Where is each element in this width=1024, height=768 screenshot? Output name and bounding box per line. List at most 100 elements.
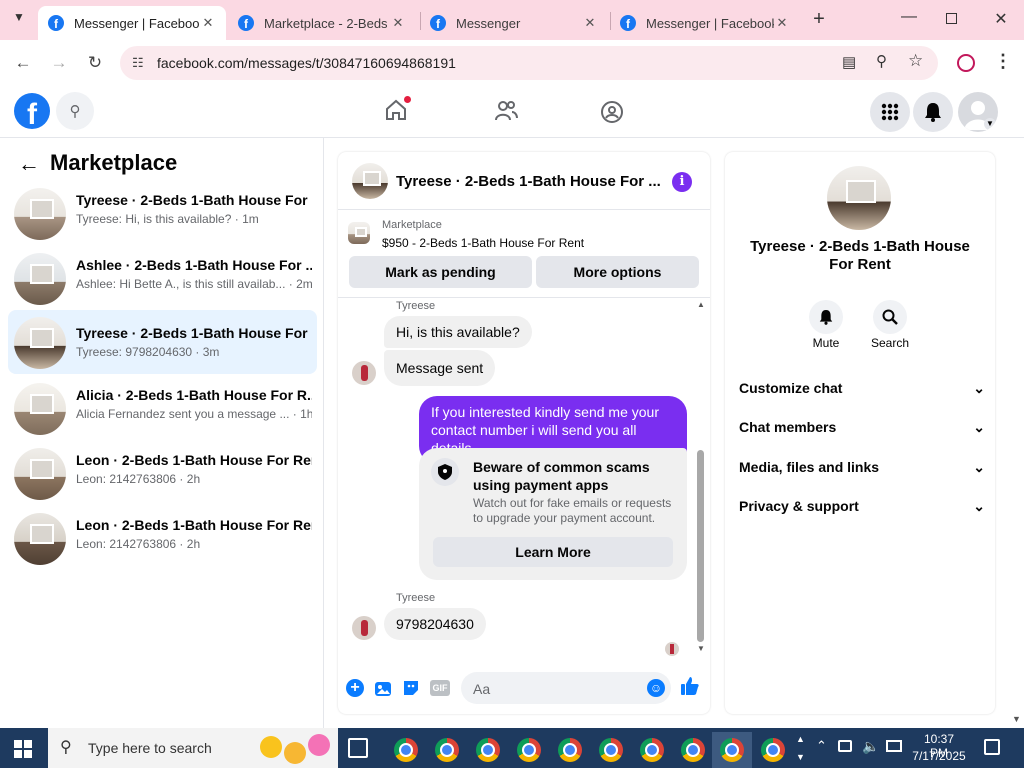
learn-more-button[interactable]: Learn More <box>433 537 673 567</box>
chat-members-section[interactable]: Chat members ⌄ <box>739 419 985 443</box>
media-files-links-section[interactable]: Media, files and links ⌄ <box>739 459 985 483</box>
info-icon[interactable]: i <box>672 172 692 192</box>
facebook-logo-icon[interactable]: f <box>14 93 50 129</box>
home-nav-icon[interactable] <box>384 96 411 122</box>
scroll-up-arrow-icon[interactable]: ▲ <box>697 300 705 309</box>
customize-chat-section[interactable]: Customize chat ⌄ <box>739 380 985 404</box>
search-button[interactable]: ⚲ <box>56 92 94 130</box>
notification-center-icon[interactable] <box>984 739 1000 755</box>
facebook-header: f ⚲ ▼ <box>0 86 1024 138</box>
browser-menu-icon[interactable]: ⋮ <box>994 51 1012 72</box>
more-options-button[interactable]: More options <box>536 256 699 288</box>
listing-source: Marketplace <box>382 219 442 231</box>
chat-thumbnail[interactable] <box>352 163 388 199</box>
message-list[interactable]: Tyreese Hi, is this available? Message s… <box>338 298 710 658</box>
mark-as-pending-button[interactable]: Mark as pending <box>349 256 532 288</box>
chrome-taskbar-app[interactable] <box>468 732 508 768</box>
privacy-support-section[interactable]: Privacy & support ⌄ <box>739 498 985 522</box>
sticker-icon[interactable] <box>402 679 420 700</box>
facebook-favicon-icon: f <box>238 15 254 31</box>
chrome-taskbar-app[interactable] <box>509 732 549 768</box>
search-in-chat-button[interactable] <box>873 300 907 334</box>
friends-nav-icon[interactable] <box>494 100 518 125</box>
image-icon[interactable] <box>374 679 392 700</box>
install-app-icon[interactable]: ▤ <box>842 53 856 71</box>
tab-title: Messenger | Facebook <box>646 15 774 31</box>
back-arrow-icon[interactable]: ← <box>18 151 40 177</box>
chrome-taskbar-app[interactable] <box>386 732 426 768</box>
address-bar[interactable]: ☷ facebook.com/messages/t/30847160694868… <box>120 46 938 80</box>
scrollbar[interactable]: ▲ ▼ <box>696 300 706 656</box>
conversation-item[interactable]: Leon · 2-Beds 1-Bath House For Rent Leon… <box>8 443 317 505</box>
show-hidden-icons-icon[interactable]: ⌃ <box>816 738 827 754</box>
restore-window-icon[interactable] <box>946 13 957 24</box>
listing-summary[interactable]: Marketplace $950 - 2-Beds 1-Bath House F… <box>338 210 710 298</box>
close-tab-icon[interactable]: ✕ <box>200 15 216 31</box>
incoming-message[interactable]: Hi, is this available? <box>384 316 532 348</box>
chrome-icon <box>394 738 418 762</box>
search-icon: ⚲ <box>69 103 81 120</box>
chrome-taskbar-app-active[interactable] <box>712 732 752 768</box>
chat-panel: Tyreese · 2-Beds 1-Bath House For ... i … <box>338 152 710 714</box>
meet-now-icon[interactable] <box>838 740 852 752</box>
zoom-icon[interactable]: ⚲ <box>876 52 887 70</box>
windows-start-icon[interactable] <box>14 740 32 758</box>
task-view-icon[interactable] <box>348 738 368 758</box>
plus-circle-icon[interactable]: + <box>346 679 364 697</box>
chrome-icon <box>761 738 785 762</box>
marketplace-sidebar: ← Marketplace Tyreese · 2-Beds 1-Bath Ho… <box>0 138 324 728</box>
incoming-message[interactable]: 9798204630 <box>384 608 486 640</box>
browser-tab-1[interactable]: f Messenger | Facebook ✕ <box>38 6 226 40</box>
url-text[interactable]: facebook.com/messages/t/3084716069486819… <box>157 55 456 71</box>
thumbs-up-icon[interactable] <box>680 676 700 699</box>
groups-nav-icon[interactable] <box>600 100 624 127</box>
close-tab-icon[interactable]: ✕ <box>582 15 598 31</box>
emoji-icon[interactable]: ☺ <box>647 679 665 697</box>
taskbar-scroll-arrows-icon[interactable]: ▲ ▼ <box>796 730 805 766</box>
chrome-taskbar-app[interactable] <box>753 732 793 768</box>
taskbar-date[interactable]: 7/17/2025 <box>910 749 968 763</box>
close-tab-icon[interactable]: ✕ <box>774 15 790 31</box>
chrome-taskbar-app[interactable] <box>673 732 713 768</box>
reload-icon[interactable]: ↻ <box>84 52 106 74</box>
browser-tab-3[interactable]: f Messenger ✕ <box>420 6 608 40</box>
mute-button[interactable] <box>809 300 843 334</box>
forward-arrow-icon[interactable]: → <box>48 52 70 74</box>
scroll-down-arrow-icon[interactable]: ▼ <box>697 644 705 653</box>
minimize-window-icon[interactable]: — <box>898 8 920 26</box>
site-info-icon[interactable]: ☷ <box>132 55 144 71</box>
details-thumbnail[interactable] <box>827 166 891 230</box>
conversation-item[interactable]: Alicia · 2-Beds 1-Bath House For R... Al… <box>8 378 317 440</box>
chat-title[interactable]: Tyreese · 2-Beds 1-Bath House For ... <box>396 173 661 190</box>
conversation-item[interactable]: Leon · 2-Beds 1-Bath House For Rent Leon… <box>8 508 317 570</box>
taskbar-search-box[interactable]: ⚲ Type here to search <box>48 728 338 768</box>
volume-icon[interactable]: 🔈 <box>862 738 879 755</box>
gif-icon[interactable]: GIF <box>430 680 450 696</box>
profile-icon[interactable] <box>957 54 975 72</box>
scrollbar-thumb[interactable] <box>697 450 704 642</box>
back-arrow-icon[interactable]: ← <box>12 52 34 74</box>
tab-search-icon[interactable]: ▼ <box>8 10 30 30</box>
close-tab-icon[interactable]: ✕ <box>390 15 406 31</box>
new-tab-plus-icon[interactable]: + <box>808 8 830 32</box>
listing-thumbnail <box>14 448 66 500</box>
network-icon[interactable] <box>886 740 902 752</box>
conversation-item-selected[interactable]: Tyreese · 2-Beds 1-Bath House For ... Ty… <box>8 310 317 374</box>
close-window-icon[interactable]: ✕ <box>990 9 1012 29</box>
chrome-taskbar-app[interactable] <box>632 732 672 768</box>
message-input[interactable]: Aa ☺ <box>461 672 671 704</box>
browser-tab-2[interactable]: f Marketplace - 2-Beds ✕ <box>228 6 416 40</box>
chrome-icon <box>599 738 623 762</box>
conversation-item[interactable]: Ashlee · 2-Beds 1-Bath House For ... Ash… <box>8 248 317 310</box>
conversation-item[interactable]: Tyreese · 2-Beds 1-Bath House For ... Ty… <box>8 183 317 245</box>
chrome-taskbar-app[interactable] <box>550 732 590 768</box>
notifications-button[interactable] <box>913 92 953 132</box>
page-scroll-down-icon[interactable]: ▼ <box>1012 714 1021 724</box>
bookmark-star-icon[interactable]: ☆ <box>908 51 923 71</box>
incoming-message[interactable]: Message sent <box>384 350 496 386</box>
chrome-taskbar-app[interactable] <box>427 732 467 768</box>
chrome-taskbar-app[interactable] <box>591 732 631 768</box>
browser-tab-4[interactable]: f Messenger | Facebook ✕ <box>610 6 800 40</box>
apps-menu-button[interactable] <box>870 92 910 132</box>
account-avatar[interactable]: ▼ <box>958 92 998 132</box>
